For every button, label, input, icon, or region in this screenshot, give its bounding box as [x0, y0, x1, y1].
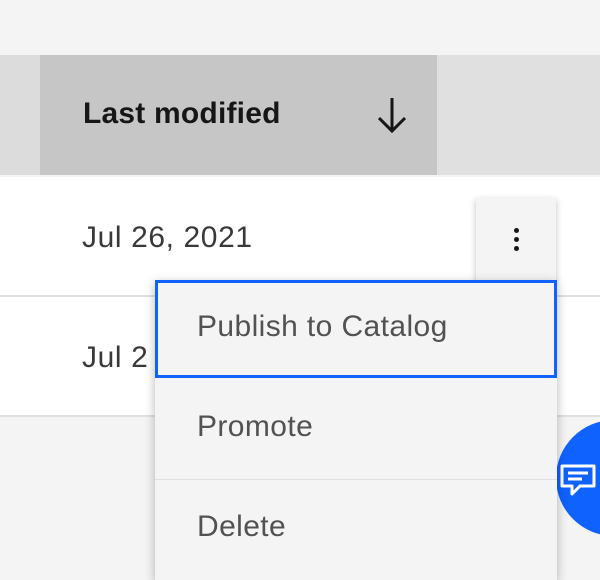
- menu-item-label: Publish to Catalog: [197, 310, 448, 343]
- chat-icon: [560, 464, 596, 496]
- last-modified-cell: Jul 26, 2021: [82, 221, 253, 254]
- menu-item-label: Delete: [197, 510, 287, 543]
- table-header-row: Last modified: [0, 55, 600, 175]
- overflow-menu: Publish to Catalog Promote Delete: [155, 280, 557, 580]
- last-modified-column-header[interactable]: Last modified: [40, 55, 437, 175]
- table-header-cell[interactable]: [0, 55, 40, 175]
- data-table-view: Last modified Jul 26, 2021 Jul 2 Publish: [0, 0, 600, 580]
- last-modified-cell: Jul 2: [82, 341, 149, 374]
- menu-item-delete[interactable]: Delete: [155, 480, 557, 578]
- overflow-menu-vertical-icon: [514, 246, 519, 251]
- row-overflow-menu-button[interactable]: [476, 198, 556, 282]
- menu-item-label: Promote: [197, 410, 314, 443]
- column-header-label: Last modified: [83, 97, 281, 130]
- overflow-menu-vertical-icon: [514, 228, 519, 233]
- menu-item-promote[interactable]: Promote: [155, 380, 557, 478]
- arrow-down-icon[interactable]: [374, 95, 410, 135]
- overflow-menu-vertical-icon: [514, 237, 519, 242]
- menu-item-publish-to-catalog[interactable]: Publish to Catalog: [155, 280, 557, 378]
- chat-button[interactable]: [556, 420, 600, 536]
